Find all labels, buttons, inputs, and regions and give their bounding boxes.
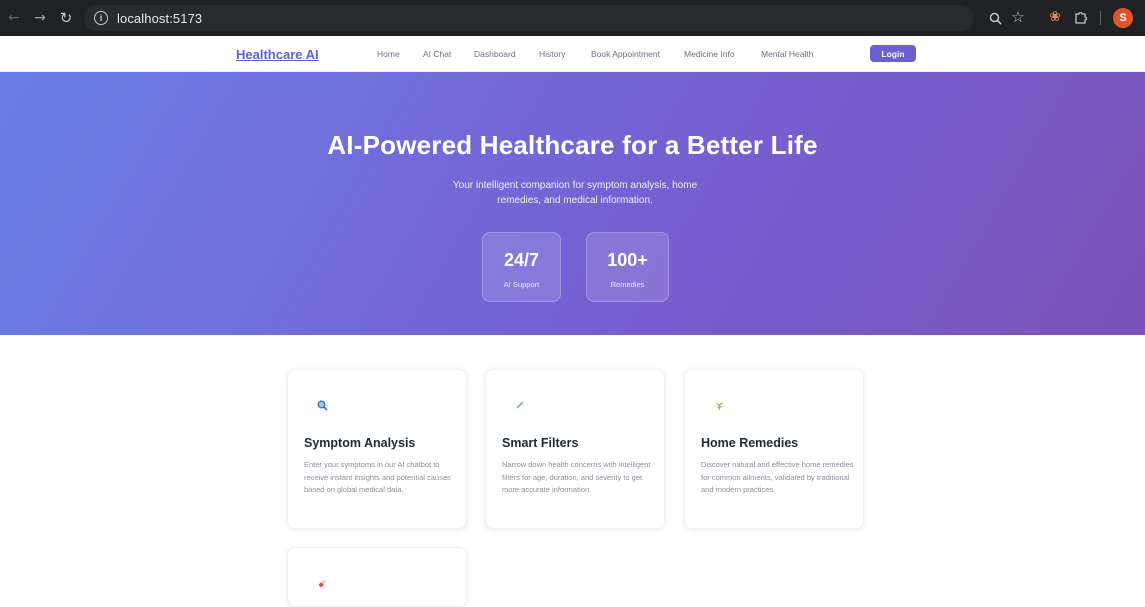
feature-title: Smart Filters — [502, 436, 579, 450]
feature-title: Symptom Analysis — [304, 436, 416, 450]
forward-icon[interactable]: → — [30, 8, 50, 28]
bookmark-star-icon[interactable]: ☆ — [1009, 8, 1027, 26]
stat-label: Remedies — [610, 280, 645, 289]
nav-link-dashboard[interactable]: Dashboard — [474, 49, 516, 59]
url-text[interactable]: localhost:5173 — [117, 11, 202, 26]
stat-card-remedies: 100+ Remedies — [586, 232, 669, 302]
stat-card-support: 24/7 AI Support — [482, 232, 561, 302]
toolbar-divider — [1100, 11, 1101, 25]
pill-icon-glyph — [318, 579, 326, 587]
site-navbar: Healthcare AI Home AI Chat Dashboard His… — [0, 36, 1145, 72]
nav-link-book-appointment[interactable]: Book Appointment — [591, 49, 660, 59]
nav-link-ai-chat[interactable]: AI Chat — [423, 49, 451, 59]
brand-logo-link[interactable]: Healthcare AI — [236, 47, 319, 62]
extensions-puzzle-icon[interactable] — [1072, 8, 1090, 26]
stat-value: 100+ — [607, 250, 648, 270]
nav-link-medicine-info[interactable]: Medicine Info — [684, 49, 735, 59]
hero-title: AI-Powered Healthcare for a Better Life — [327, 130, 818, 160]
herb-icon-glyph — [715, 401, 723, 410]
search-icon-glyph — [317, 400, 328, 411]
browser-toolbar: ← → ↻ i localhost:5173 ☆ ❀ S — [0, 0, 1145, 36]
nav-link-home[interactable]: Home — [377, 49, 400, 59]
address-bar[interactable]: i localhost:5173 — [84, 5, 974, 31]
feature-card-medicine[interactable] — [287, 547, 467, 607]
feature-card-smart-filters[interactable]: Smart Filters Narrow down health concern… — [485, 369, 665, 529]
stat-value: 24/7 — [503, 250, 540, 270]
feature-card-symptom-analysis[interactable]: Symptom Analysis Enter your symptoms in … — [287, 369, 467, 529]
reload-icon[interactable]: ↻ — [56, 8, 76, 28]
filter-icon-glyph — [516, 401, 524, 409]
back-icon[interactable]: ← — [4, 8, 24, 28]
extension-icon[interactable]: ❀ — [1046, 8, 1064, 26]
nav-link-history[interactable]: History — [539, 49, 565, 59]
feature-description: Discover natural and effective home reme… — [701, 460, 854, 494]
feature-title: Home Remedies — [701, 436, 799, 450]
hero-section: AI-Powered Healthcare for a Better Life … — [0, 72, 1145, 335]
hero-subtitle: Your intelligent companion for symptom a… — [452, 180, 698, 206]
zoom-icon-glyph — [989, 12, 1002, 25]
site-info-icon[interactable]: i — [94, 11, 108, 25]
herb-icon — [712, 398, 726, 412]
profile-avatar[interactable]: S — [1113, 8, 1133, 28]
zoom-icon[interactable] — [986, 9, 1004, 27]
feature-description: Enter your symptoms in our AI chatbot to… — [304, 460, 451, 494]
filter-icon — [513, 398, 527, 412]
pill-icon — [315, 576, 329, 590]
nav-link-mental-health[interactable]: Mental Health — [761, 49, 813, 59]
login-button[interactable]: Login — [870, 45, 916, 62]
puzzle-icon-glyph — [1075, 11, 1088, 24]
stat-label: AI Support — [503, 280, 540, 289]
feature-card-home-remedies[interactable]: Home Remedies Discover natural and effec… — [684, 369, 864, 529]
search-icon — [315, 398, 329, 412]
feature-description: Narrow down health concerns with intelli… — [502, 460, 651, 494]
